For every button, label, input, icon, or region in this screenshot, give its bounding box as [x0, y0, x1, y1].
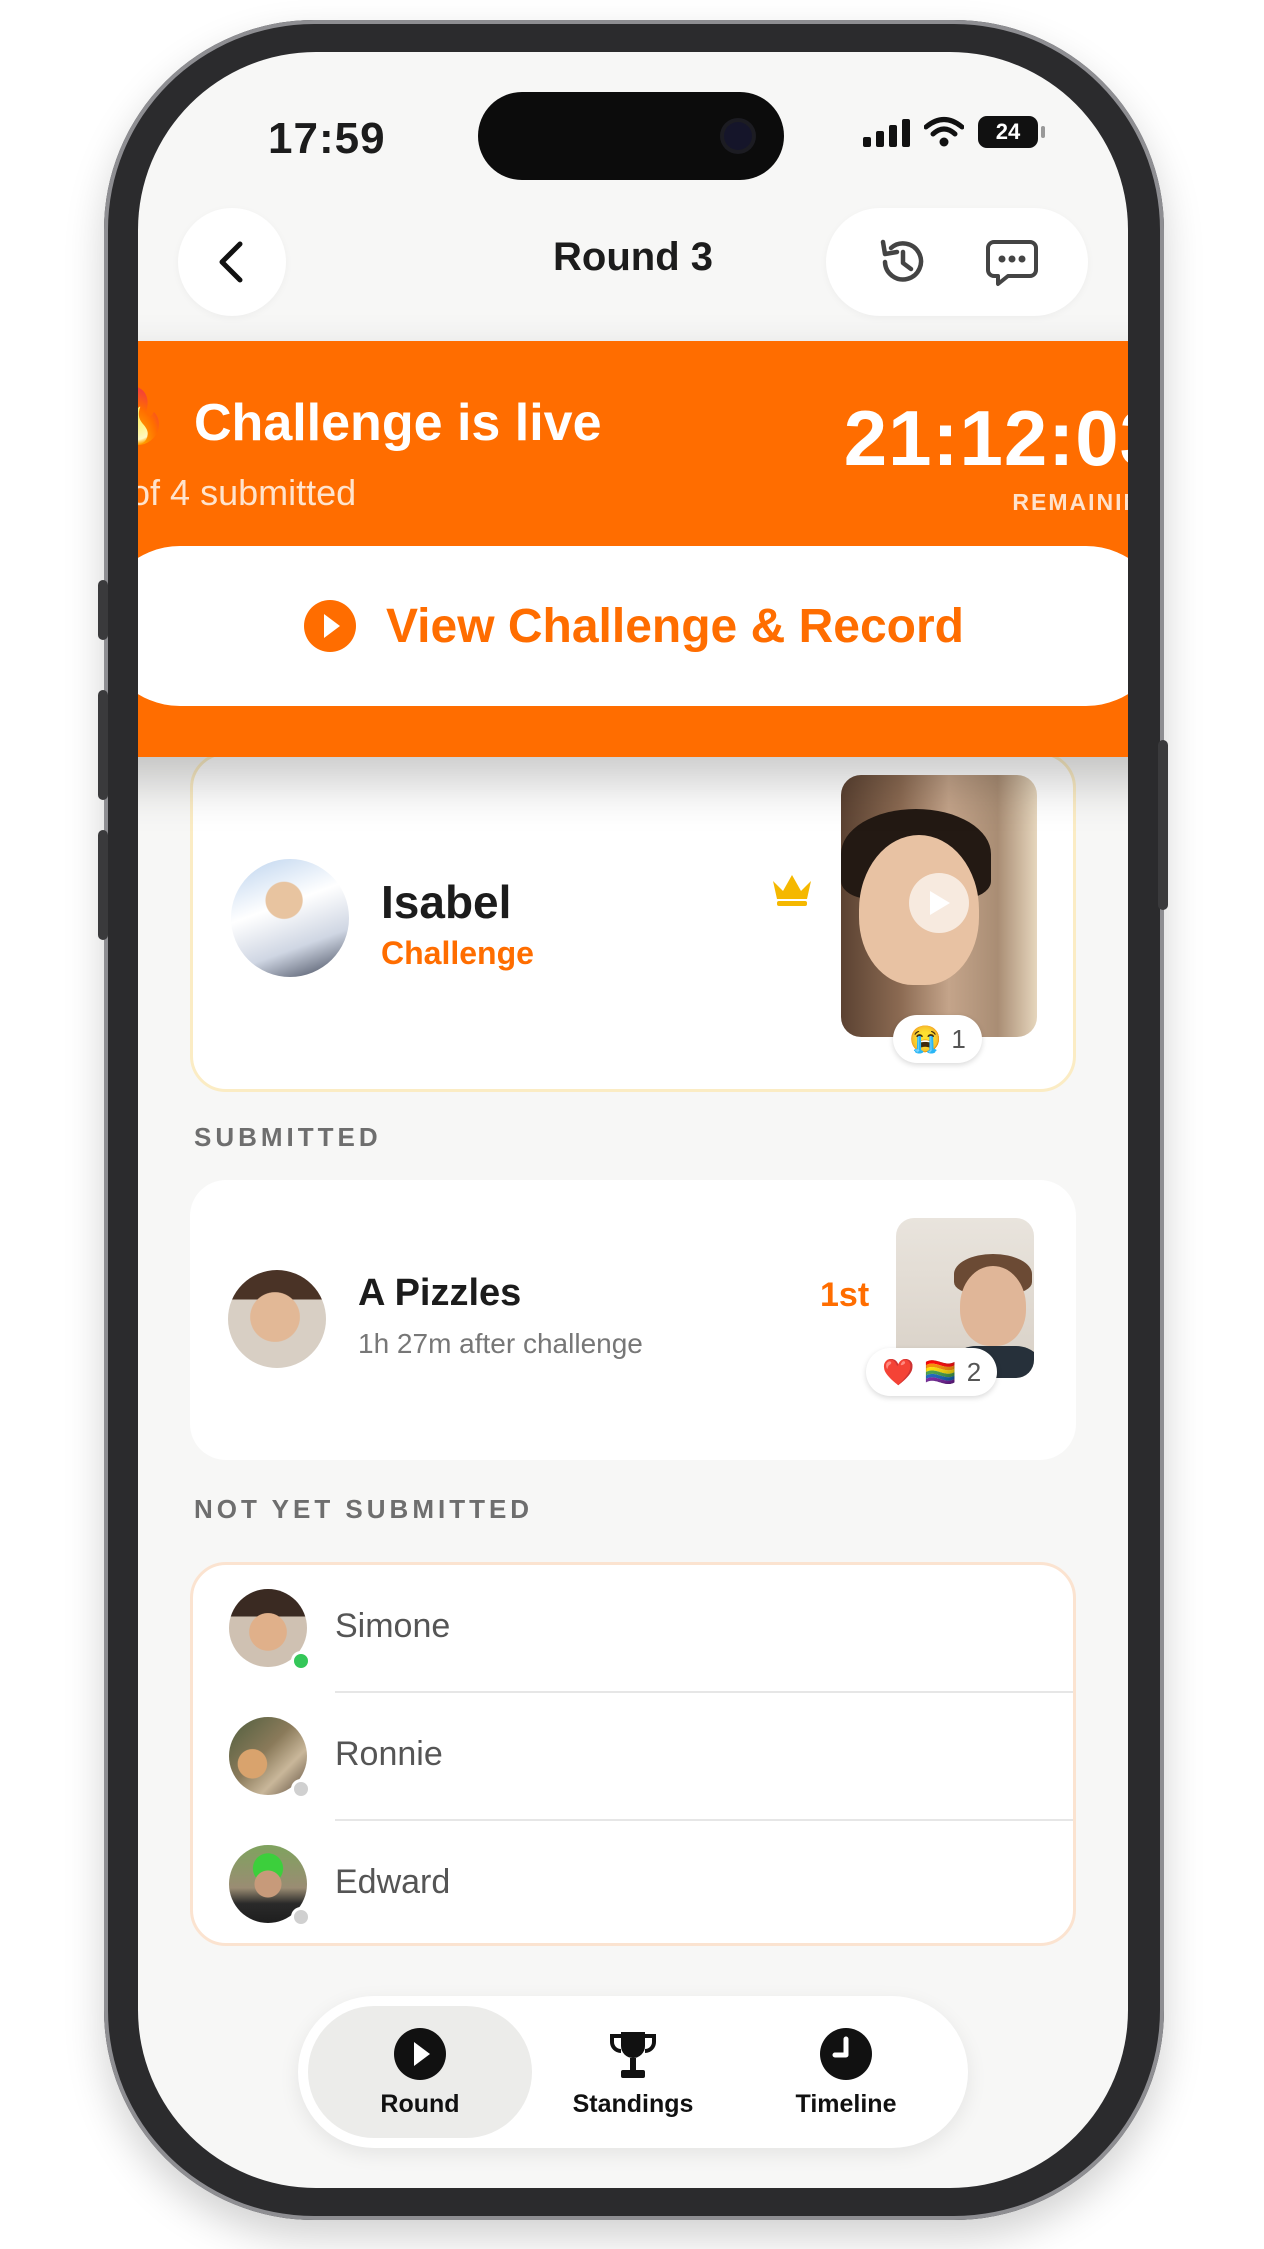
tab-timeline[interactable]: Timeline [734, 2006, 958, 2138]
submission-rank: 1st [820, 1276, 870, 1314]
pending-name: Ronnie [335, 1735, 443, 1773]
volume-up-button [98, 690, 108, 800]
reaction-count: 2 [966, 1356, 982, 1387]
fire-icon: 🔥 [138, 389, 169, 443]
status-icons: 24 [863, 116, 1045, 148]
dynamic-island [478, 92, 784, 180]
play-circle-icon [394, 2027, 446, 2080]
chat-button[interactable] [977, 227, 1047, 297]
section-label-submitted: SUBMITTED [194, 1122, 382, 1152]
clock-icon [820, 2027, 872, 2080]
tab-label: Timeline [795, 2089, 897, 2118]
battery-icon: 24 [978, 116, 1045, 148]
thumbnail-face [960, 1266, 1026, 1346]
play-circle-icon [304, 600, 357, 652]
heart-emoji-icon: ❤️ [882, 1356, 915, 1387]
volume-down-button [98, 830, 108, 940]
list-item[interactable]: Simone [193, 1565, 1073, 1693]
play-icon[interactable] [909, 873, 969, 933]
tab-label: Standings [572, 2089, 694, 2118]
challenge-card[interactable]: Isabel Challenge 😭 1 [190, 752, 1076, 1092]
challenger-avatar [231, 859, 349, 977]
tab-round[interactable]: Round [308, 2006, 532, 2138]
submission-time: 1h 27m after challenge [358, 1328, 643, 1359]
history-button[interactable] [868, 227, 938, 297]
record-button-label: View Challenge & Record [386, 599, 964, 653]
live-challenge-banner: 🔥 Challenge is live 1 of 4 submitted 21:… [138, 341, 1128, 757]
view-challenge-record-button[interactable]: View Challenge & Record [138, 546, 1128, 706]
trophy-icon [610, 2031, 656, 2078]
crying-emoji-icon: 😭 [909, 1023, 942, 1054]
wifi-icon [924, 117, 964, 147]
chat-bubble-icon [985, 240, 1038, 286]
challenge-video-thumbnail[interactable] [841, 775, 1037, 1037]
countdown-timer: 21:12:03 [843, 394, 1128, 482]
offline-status-dot [291, 1907, 311, 1927]
challenge-reactions[interactable]: 😭 1 [893, 1015, 982, 1063]
status-time: 17:59 [268, 114, 386, 163]
offline-status-dot [291, 1779, 311, 1799]
submission-reactions[interactable]: ❤️ 🏳️‍🌈 2 [866, 1348, 998, 1396]
submitter-avatar [228, 1270, 326, 1368]
rainbow-flag-emoji-icon: 🏳️‍🌈 [924, 1356, 957, 1387]
pending-list: Simone Ronnie Edward [190, 1562, 1076, 1946]
crown-icon [773, 875, 811, 906]
pending-name: Edward [335, 1863, 451, 1901]
tab-label: Round [380, 2089, 460, 2118]
submitter-name: A Pizzles [358, 1272, 522, 1314]
header-actions [826, 208, 1088, 316]
front-camera [724, 122, 752, 150]
challenger-name: Isabel [381, 876, 512, 928]
list-item[interactable]: Edward [193, 1821, 1073, 1949]
history-icon [880, 239, 923, 282]
submission-progress: 1 of 4 submitted [138, 472, 357, 513]
tab-standings[interactable]: Standings [521, 2006, 745, 2138]
banner-title: Challenge is live [194, 394, 602, 452]
cellular-signal-icon [863, 117, 910, 147]
power-button [1158, 740, 1168, 910]
app-screen: 17:59 24 Round 3 Isabel Challenge 😭 1 Ch… [138, 52, 1128, 2188]
submission-card[interactable]: A Pizzles 1h 27m after challenge 1st ❤️ … [190, 1180, 1076, 1460]
list-item[interactable]: Ronnie [193, 1693, 1073, 1821]
pending-name: Simone [335, 1607, 451, 1645]
challenge-tag: Challenge [381, 935, 534, 971]
silent-switch [98, 580, 108, 640]
reaction-count: 1 [951, 1023, 966, 1054]
tab-bar: Round Standings Timeline [298, 1996, 968, 2148]
timer-caption: REMAINING [1012, 489, 1128, 515]
online-status-dot [291, 1651, 311, 1671]
section-label-pending: NOT YET SUBMITTED [194, 1494, 534, 1524]
